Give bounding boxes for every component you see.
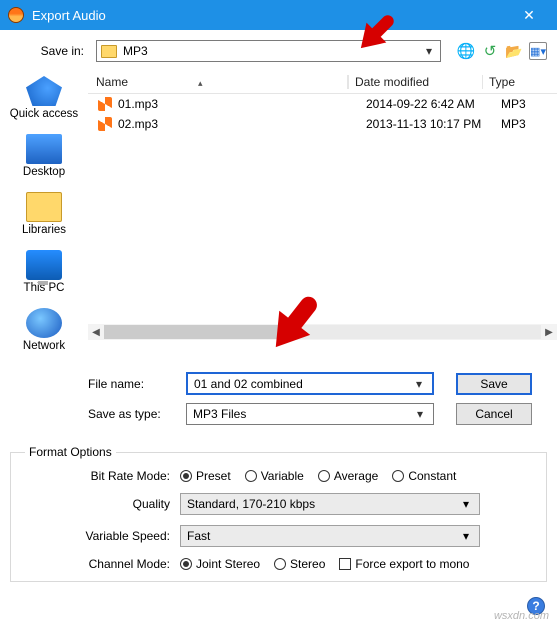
- view-menu-icon[interactable]: ▦▾: [529, 42, 547, 60]
- file-row[interactable]: 01.mp3 2014-09-22 6:42 AM MP3: [88, 94, 557, 114]
- recent-icon[interactable]: ↺: [481, 42, 499, 60]
- place-label: Network: [0, 340, 88, 352]
- file-type-cell: MP3: [495, 117, 557, 131]
- file-row[interactable]: 02.mp3 2013-11-13 10:17 PM MP3: [88, 114, 557, 134]
- desktop-icon: [26, 134, 62, 164]
- file-name-label: File name:: [6, 377, 186, 391]
- place-network[interactable]: Network: [0, 308, 88, 352]
- place-this-pc[interactable]: This PC: [0, 250, 88, 294]
- chevron-down-icon[interactable]: ▾: [459, 529, 473, 543]
- file-type-cell: MP3: [495, 97, 557, 111]
- vlc-icon: [98, 97, 112, 111]
- chevron-down-icon[interactable]: ▾: [422, 44, 436, 58]
- save-in-label: Save in:: [10, 44, 88, 58]
- up-folder-icon[interactable]: 📂: [505, 42, 523, 60]
- file-list-header[interactable]: Name▴ Date modified Type: [88, 70, 557, 94]
- scroll-right-icon[interactable]: ▶: [541, 327, 557, 338]
- place-label: Quick access: [0, 108, 88, 120]
- quality-combo[interactable]: Standard, 170-210 kbps ▾: [180, 493, 480, 515]
- file-date-cell: 2014-09-22 6:42 AM: [360, 97, 495, 111]
- titlebar: Export Audio ✕: [0, 0, 557, 30]
- channel-joint-radio[interactable]: Joint Stereo: [180, 557, 260, 571]
- scroll-left-icon[interactable]: ◀: [88, 327, 104, 338]
- annotation-arrow: [265, 297, 321, 353]
- save-type-combo[interactable]: MP3 Files ▾: [186, 403, 434, 425]
- place-libraries[interactable]: Libraries: [0, 192, 88, 236]
- quality-label: Quality: [25, 497, 180, 511]
- format-options-legend: Format Options: [25, 445, 116, 459]
- chevron-down-icon[interactable]: ▾: [459, 497, 473, 511]
- variable-speed-value: Fast: [187, 529, 459, 543]
- network-icon: [26, 308, 62, 338]
- channel-stereo-radio[interactable]: Stereo: [274, 557, 325, 571]
- save-in-row: Save in: MP3 ▾ 🌐 ↺ 📂 ▦▾: [0, 30, 557, 70]
- chevron-down-icon[interactable]: ▾: [413, 407, 427, 421]
- chevron-down-icon[interactable]: ▾: [412, 377, 426, 391]
- place-desktop[interactable]: Desktop: [0, 134, 88, 178]
- save-type-label: Save as type:: [6, 407, 186, 421]
- place-label: Libraries: [0, 224, 88, 236]
- quality-value: Standard, 170-210 kbps: [187, 497, 459, 511]
- bitrate-average-radio[interactable]: Average: [318, 469, 378, 483]
- file-name-cell: 02.mp3: [118, 117, 360, 131]
- vlc-icon: [98, 117, 112, 131]
- col-name[interactable]: Name▴: [88, 75, 348, 89]
- file-name-input[interactable]: 01 and 02 combined ▾: [186, 372, 434, 395]
- file-name-cell: 01.mp3: [118, 97, 360, 111]
- back-icon[interactable]: 🌐: [457, 42, 475, 60]
- variable-speed-combo[interactable]: Fast ▾: [180, 525, 480, 547]
- libraries-icon: [26, 192, 62, 222]
- bitrate-mode-label: Bit Rate Mode:: [25, 469, 180, 483]
- this-pc-icon: [26, 250, 62, 280]
- place-quick-access[interactable]: Quick access: [0, 76, 88, 120]
- app-icon: [8, 7, 24, 23]
- nav-toolbar: 🌐 ↺ 📂 ▦▾: [457, 42, 547, 60]
- places-bar: Quick access Desktop Libraries This PC N…: [0, 70, 88, 366]
- quick-access-icon: [26, 76, 62, 106]
- force-mono-checkbox[interactable]: Force export to mono: [339, 557, 469, 571]
- close-button[interactable]: ✕: [509, 0, 549, 30]
- format-options-group: Format Options Bit Rate Mode: Preset Var…: [10, 445, 547, 582]
- folder-icon: [101, 45, 117, 58]
- cancel-button[interactable]: Cancel: [456, 403, 532, 425]
- bitrate-preset-radio[interactable]: Preset: [180, 469, 231, 483]
- col-date[interactable]: Date modified: [348, 75, 483, 89]
- channel-mode-label: Channel Mode:: [25, 557, 180, 571]
- file-name-value: 01 and 02 combined: [194, 377, 412, 391]
- save-type-value: MP3 Files: [193, 407, 413, 421]
- file-date-cell: 2013-11-13 10:17 PM: [360, 117, 495, 131]
- save-button[interactable]: Save: [456, 373, 532, 395]
- bitrate-constant-radio[interactable]: Constant: [392, 469, 456, 483]
- variable-speed-label: Variable Speed:: [25, 529, 180, 543]
- window-title: Export Audio: [32, 8, 509, 23]
- watermark: wsxdn.com: [494, 610, 549, 622]
- bitrate-variable-radio[interactable]: Variable: [245, 469, 304, 483]
- filename-area: File name: 01 and 02 combined ▾ Save Sav…: [0, 366, 557, 443]
- place-label: Desktop: [0, 166, 88, 178]
- col-type[interactable]: Type: [483, 75, 557, 89]
